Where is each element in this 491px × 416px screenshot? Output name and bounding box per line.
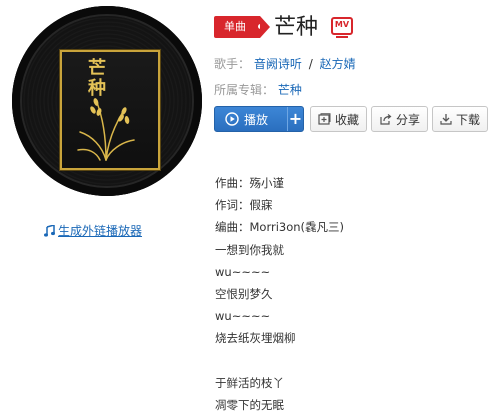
share-label: 分享 [396, 112, 421, 127]
share-icon [380, 114, 392, 125]
download-icon [440, 114, 452, 125]
lyric-line: wu~~~~ [215, 264, 271, 279]
download-label: 下载 [456, 112, 481, 127]
music-note-icon [44, 224, 55, 237]
generate-external-player-label: 生成外链播放器 [58, 224, 143, 238]
artist-link-1[interactable]: 音阙诗听 [254, 57, 302, 71]
singer-row: 歌手： 音阙诗听 / 赵方婧 [214, 55, 356, 72]
lyric-line: 作词：假寐 [215, 198, 273, 213]
singer-label: 歌手： [214, 57, 251, 71]
play-button-group: 播放 + [214, 106, 304, 132]
artist-link-2[interactable]: 赵方婧 [320, 57, 356, 71]
badge-dot [258, 24, 263, 29]
lyric-line: 作曲：殇小谨 [215, 176, 284, 190]
lyric-line [215, 350, 344, 372]
lyric-line: 烧去纸灰埋烟柳 [215, 331, 296, 346]
lyric-line: 一想到你我就 [215, 242, 284, 257]
lyric-line: 空恨别梦久 [215, 286, 273, 301]
rice-plant-illustration [77, 98, 135, 161]
share-button[interactable]: 分享 [371, 106, 429, 132]
lyrics-block: 作曲：殇小谨 作词：假寐 编曲：Morri3on(毳凡三) 一想到你我就 wu~… [215, 172, 344, 416]
lyric-line: wu~~~~ [215, 309, 271, 324]
album-row: 所属专辑： 芒种 [214, 81, 302, 98]
single-badge-label: 单曲 [224, 20, 246, 33]
album-label: 所属专辑： [214, 83, 275, 97]
single-type-badge: 单曲 [214, 16, 270, 38]
song-title: 芒种 [274, 15, 319, 40]
lyric-line: 凋零下的无眠 [215, 397, 284, 412]
collect-button[interactable]: 收藏 [310, 106, 368, 132]
play-button[interactable]: 播放 [215, 111, 287, 128]
lyric-line: 编曲：Morri3on(毳凡三) [215, 220, 345, 235]
play-icon [225, 112, 239, 126]
mv-icon[interactable]: MV [331, 17, 353, 38]
collect-icon [318, 113, 331, 125]
play-label: 播放 [244, 112, 269, 127]
collect-label: 收藏 [335, 112, 360, 127]
lyric-line: 于鲜活的枝丫 [215, 375, 284, 390]
download-button[interactable]: 下载 [432, 106, 489, 132]
generate-external-player-link[interactable]: 生成外链播放器 [44, 222, 142, 239]
album-link[interactable]: 芒种 [278, 83, 302, 97]
artist-separator: / [308, 57, 313, 71]
add-to-playlist-button[interactable]: + [288, 107, 303, 131]
